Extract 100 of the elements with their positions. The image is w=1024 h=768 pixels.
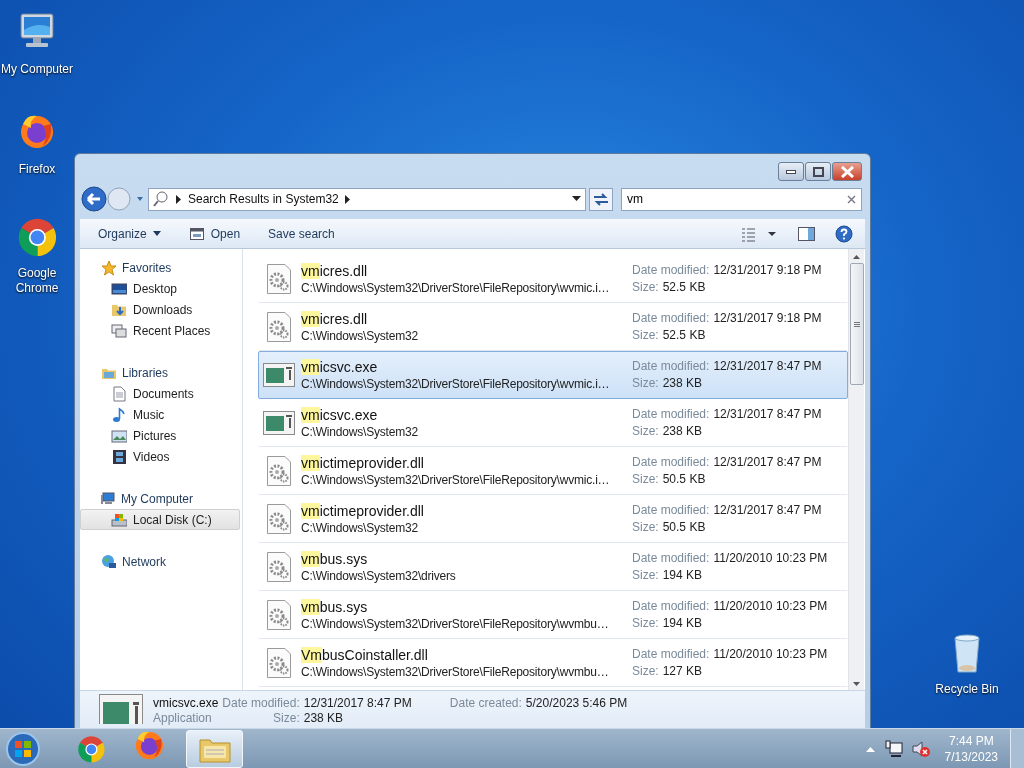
size-value: 238 KB	[662, 375, 703, 392]
refresh-button[interactable]	[589, 187, 613, 211]
grip-icon	[853, 321, 860, 327]
nav-item[interactable]: Music	[80, 404, 240, 425]
caret-icon	[152, 231, 161, 236]
result-row[interactable]: vmbus.sys C:\Windows\System32\drivers Date modified: 11/20/2010 10:23 PM Size: 194 KB	[258, 543, 848, 591]
details-file-name: vmicsvc.exe	[153, 696, 219, 711]
date-modified-value: 11/20/2010 10:23 PM	[713, 550, 828, 567]
clear-icon[interactable]	[847, 194, 856, 204]
desktop-icon-label[interactable]: Firefox	[18, 162, 56, 177]
scroll-up-icon[interactable]	[853, 255, 860, 259]
gear-file-icon	[265, 263, 293, 295]
chevron-icon[interactable]	[176, 194, 182, 204]
scroll-down-icon[interactable]	[853, 682, 860, 686]
size-label: Size:	[632, 567, 659, 584]
size-label: Size:	[632, 615, 659, 632]
show-hidden-icons-icon[interactable]	[865, 745, 875, 752]
scrollbar-thumb[interactable]	[849, 263, 864, 385]
nav-group[interactable]: Network	[80, 551, 242, 572]
size-value: 127 KB	[662, 663, 703, 680]
preview-pane-button[interactable]	[797, 225, 817, 242]
date-modified-value: 12/31/2017 8:47 PM	[713, 406, 822, 423]
breadcrumb[interactable]: Search Results in System32	[188, 190, 339, 208]
view-options-button[interactable]	[741, 225, 777, 242]
date-modified-label: Date modified:	[632, 502, 710, 519]
toolbar-button[interactable]: Organize	[86, 221, 173, 246]
file-path: C:\Windows\System32	[301, 520, 419, 536]
scrollbar[interactable]	[848, 249, 864, 690]
size-value: 238 KB	[662, 423, 703, 440]
dropdown-caret-icon[interactable]	[572, 196, 582, 202]
date-modified-label: Date modified:	[632, 550, 710, 567]
date-modified-value: 12/31/2017 9:18 PM	[713, 310, 822, 327]
size-value: 50.5 KB	[662, 471, 706, 488]
chevron-icon[interactable]	[344, 194, 351, 204]
file-name: vmicres.dll	[301, 262, 369, 280]
size-label: Size:	[632, 471, 659, 488]
result-row[interactable]: vmictimeprovider.dll C:\Windows\System32\DriverStore\FileRepository\wvmic.i… Date modified: 12/31/2017 8:47 PM Size: 50.5 KB	[258, 447, 848, 495]
nav-group[interactable]: Libraries	[80, 362, 242, 383]
toolbar-button[interactable]: Save search	[256, 221, 347, 246]
result-row[interactable]: vmictimeprovider.dll C:\Windows\System32 Date modified: 12/31/2017 8:47 PM Size: 50.5 KB	[258, 495, 848, 543]
back-button[interactable]	[80, 186, 108, 212]
size-value: 52.5 KB	[662, 327, 706, 344]
file-path: C:\Windows\System32\DriverStore\FileRepository\wvmic.i…	[301, 472, 611, 488]
nav-group[interactable]: My Computer	[79, 488, 242, 509]
result-row[interactable]: vmicsvc.exe C:\Windows\System32\DriverStore\FileRepository\wvmic.i… Date modified: 12/31/2017 8:47 PM Size: 238 KB	[258, 351, 848, 399]
speaker-muted-icon[interactable]	[910, 739, 931, 758]
file-name: vmbus.sys	[301, 550, 369, 568]
nav-item[interactable]: Local Disk (C:)	[80, 509, 240, 530]
file-path: C:\Windows\System32	[301, 328, 419, 344]
date-created-value: 5/20/2023 5:46 PM	[525, 696, 628, 711]
nav-item[interactable]: Downloads	[80, 299, 240, 320]
address-bar[interactable]: Search Results in System32	[148, 187, 586, 211]
file-path: C:\Windows\System32\DriverStore\FileRepository\wvmic.i…	[301, 280, 611, 296]
nav-item[interactable]: Videos	[80, 446, 240, 467]
nav-item[interactable]: Documents	[80, 383, 240, 404]
music-note-icon	[111, 406, 127, 423]
search-box[interactable]: vm	[621, 187, 862, 211]
star-icon	[101, 259, 117, 276]
size-label: Size:	[632, 375, 659, 392]
maximize-button[interactable]	[805, 162, 831, 181]
size-value: 50.5 KB	[662, 519, 706, 536]
result-row[interactable]: vmicsvc.exe C:\Windows\System32 Date modified: 12/31/2017 8:47 PM Size: 238 KB	[258, 399, 848, 447]
close-icon	[840, 165, 854, 178]
file-name: vmictimeprovider.dll	[301, 502, 425, 520]
local-disk-icon	[111, 511, 127, 528]
application-window-icon	[263, 411, 295, 435]
result-row[interactable]: vmbus.sys C:\Windows\System32\DriverStore\FileRepository\wvmbu… Date modified: 11/20/2010 10:23 PM Size: 194 KB	[258, 591, 848, 639]
file-name: vmictimeprovider.dll	[301, 454, 425, 472]
details-file-type: Application	[153, 711, 213, 726]
size-label: Size:	[272, 711, 300, 726]
nav-item[interactable]: Recent Places	[80, 320, 240, 341]
desktop-icon-label[interactable]: Recycle Bin	[935, 682, 999, 697]
nav-item[interactable]: Desktop	[80, 278, 240, 299]
result-row[interactable]: VmbusCoinstaller.dll C:\Windows\System32\DriverStore\FileRepository\wvmbu… Date modified: 11/20/2010 10:23 PM Size: 127 KB	[258, 639, 848, 687]
nav-group[interactable]: Favorites	[80, 257, 242, 278]
application-window-icon	[263, 363, 295, 387]
desktop-icon-label[interactable]: Google Chrome	[0, 266, 74, 296]
file-path: C:\Windows\System32\drivers	[301, 568, 457, 584]
gear-file-icon	[265, 311, 293, 343]
date-modified-label: Date modified:	[632, 262, 710, 279]
close-button[interactable]	[832, 162, 862, 181]
maximize-icon	[812, 166, 824, 177]
date-modified-label: Date modified:	[632, 646, 710, 663]
desktop-icon-label[interactable]: My Computer	[1, 62, 73, 77]
size-label: Size:	[632, 279, 659, 296]
date-modified-value: 11/20/2010 10:23 PM	[713, 598, 828, 615]
size-value: 52.5 KB	[662, 279, 706, 296]
file-path: C:\Windows\System32\DriverStore\FileRepository\wvmbu…	[301, 616, 610, 632]
file-name: vmicsvc.exe	[301, 406, 379, 424]
size-value: 238 KB	[303, 711, 345, 726]
search-field[interactable]: vm	[627, 190, 847, 208]
result-row[interactable]: vmicres.dll C:\Windows\System32\DriverStore\FileRepository\wvmic.i… Date modified: 12/31/2017 9:18 PM Size: 52.5 KB	[258, 255, 848, 303]
nav-item[interactable]: Pictures	[80, 425, 240, 446]
gear-file-icon	[265, 503, 293, 535]
minimize-button[interactable]	[778, 162, 804, 181]
size-label: Size:	[632, 423, 659, 440]
date-modified-label: Date modified:	[632, 598, 710, 615]
toolbar-button[interactable]: Open	[176, 221, 253, 246]
network-icon[interactable]	[884, 739, 903, 758]
help-button[interactable]	[835, 224, 853, 243]
